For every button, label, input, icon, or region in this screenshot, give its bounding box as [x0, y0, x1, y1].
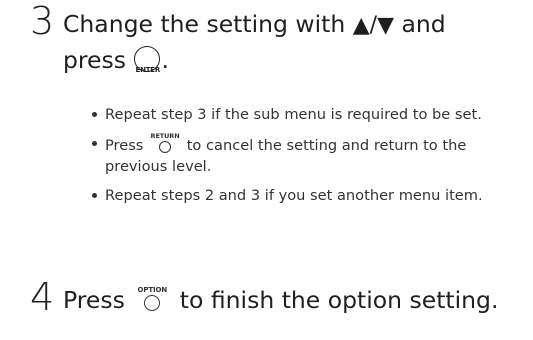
option-button-icon: OPTION	[132, 286, 172, 314]
bullet-text: Repeat steps 2 and 3 if you set another …	[105, 187, 483, 204]
enter-button-icon: ENTER	[134, 46, 161, 74]
step-3-text-part2: and	[394, 10, 446, 38]
bullet-dot	[92, 193, 97, 198]
return-icon-label: RETURN	[150, 132, 180, 140]
step-4-number: 4	[30, 275, 55, 319]
step-3-number: 3	[30, 0, 55, 43]
return-button-icon: RETURN	[148, 132, 182, 153]
step-3-bullet-list: Repeat step 3 if the sub menu is require…	[92, 104, 512, 214]
step-4-heading: Press OPTION to finish the option settin…	[63, 283, 498, 317]
step-3-heading-line-1: Change the setting with ▲/▼ and	[63, 7, 446, 43]
step-3-line2-part2: .	[161, 46, 169, 74]
bullet-text-before: Press	[105, 137, 149, 154]
list-item: Repeat step 3 if the sub menu is require…	[92, 104, 512, 125]
return-icon-circle	[159, 141, 172, 153]
step-4-text-after: to finish the option setting.	[172, 286, 499, 314]
bullet-dot	[92, 141, 97, 146]
step-3-text-part1: Change the setting with	[63, 10, 353, 38]
bullet-dot	[92, 112, 97, 117]
step-3-heading-line-2: press ENTER.	[63, 43, 169, 77]
option-icon-circle	[143, 295, 160, 311]
list-item: Press RETURN to cancel the setting and r…	[92, 132, 512, 177]
list-item: Repeat steps 2 and 3 if you set another …	[92, 185, 512, 206]
option-icon-label: OPTION	[137, 286, 168, 294]
bullet-text: Repeat step 3 if the sub menu is require…	[105, 106, 482, 123]
up-down-triangle-icon: ▲/▼	[352, 13, 394, 38]
step-4-text-before: Press	[63, 286, 133, 314]
step-3-line2-part1: press	[63, 46, 134, 74]
enter-icon-label: ENTER	[135, 66, 161, 74]
